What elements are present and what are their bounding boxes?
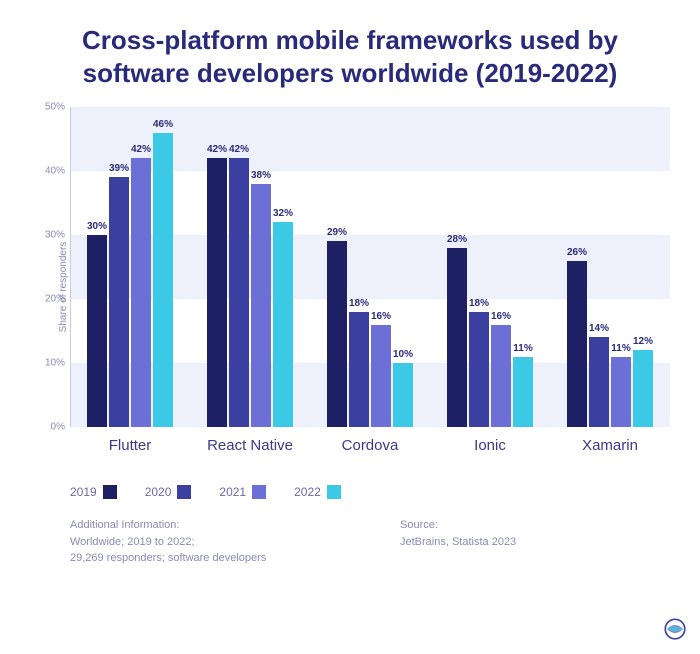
legend-label: 2021 (219, 485, 246, 499)
legend-label: 2022 (294, 485, 321, 499)
brand-logo-icon (662, 616, 688, 642)
chart-area: Share of responders 0%10%20%30%40%50% 30… (70, 107, 670, 467)
category-label: React Native (200, 437, 300, 454)
bar-value-label: 14% (589, 323, 609, 334)
footer-source: Source: JetBrains, Statista 2023 (400, 517, 670, 567)
bar-value-label: 16% (491, 311, 511, 322)
legend-swatch (177, 485, 191, 499)
legend-swatch (327, 485, 341, 499)
footer-info-line: Worldwide; 2019 to 2022; (70, 534, 340, 551)
bar-value-label: 39% (109, 163, 129, 174)
bar: 11% (611, 357, 631, 427)
bar: 46% (153, 133, 173, 427)
bar: 18% (349, 312, 369, 427)
footer-source-heading: Source: (400, 517, 670, 534)
category-label: Cordova (320, 437, 420, 454)
bar-group: 42%42%38%32% (207, 158, 293, 427)
bar-value-label: 11% (513, 343, 532, 354)
bar-value-label: 26% (567, 247, 587, 258)
legend-item: 2022 (294, 485, 341, 499)
bar: 30% (87, 235, 107, 427)
legend-label: 2019 (70, 485, 97, 499)
bar-value-label: 30% (87, 221, 107, 232)
bar-value-label: 28% (447, 234, 467, 245)
footer-source-line: JetBrains, Statista 2023 (400, 534, 670, 551)
bar-value-label: 10% (393, 349, 413, 360)
legend-swatch (103, 485, 117, 499)
chart-footer: Additional Information: Worldwide; 2019 … (70, 517, 670, 567)
footer-info-line: 29,269 responders; software developers (70, 550, 340, 567)
bar-value-label: 42% (207, 144, 227, 155)
bar: 11% (513, 357, 533, 427)
bar: 26% (567, 261, 587, 427)
bar: 42% (131, 158, 151, 427)
bar-group: 28%18%16%11% (447, 248, 533, 427)
y-axis-label: Share of responders (58, 242, 69, 333)
y-tick-label: 50% (35, 102, 65, 113)
footer-info: Additional Information: Worldwide; 2019 … (70, 517, 340, 567)
bar-value-label: 29% (327, 227, 347, 238)
bar: 28% (447, 248, 467, 427)
category-labels: Flutter React Native Cordova Ionic Xamarin (70, 437, 670, 454)
bar-value-label: 32% (273, 208, 293, 219)
y-tick-label: 40% (35, 166, 65, 177)
bar-value-label: 16% (371, 311, 391, 322)
bar-group: 30%39%42%46% (87, 133, 173, 427)
bar: 42% (229, 158, 249, 427)
y-tick-label: 20% (35, 294, 65, 305)
bar-value-label: 38% (251, 170, 271, 181)
bar: 16% (491, 325, 511, 427)
y-tick-label: 10% (35, 358, 65, 369)
bar-value-label: 18% (469, 298, 489, 309)
bar: 10% (393, 363, 413, 427)
bar: 32% (273, 222, 293, 427)
y-tick-label: 0% (35, 422, 65, 433)
y-tick-label: 30% (35, 230, 65, 241)
category-label: Ionic (440, 437, 540, 454)
bar-value-label: 18% (349, 298, 369, 309)
legend-item: 2020 (145, 485, 192, 499)
legend-item: 2021 (219, 485, 266, 499)
bar-groups: 30%39%42%46%42%42%38%32%29%18%16%10%28%1… (70, 107, 670, 427)
category-label: Flutter (80, 437, 180, 454)
footer-info-heading: Additional Information: (70, 517, 340, 534)
bar: 16% (371, 325, 391, 427)
bar-value-label: 11% (611, 343, 630, 354)
bar-group: 29%18%16%10% (327, 241, 413, 427)
bar-group: 26%14%11%12% (567, 261, 653, 427)
bar: 38% (251, 184, 271, 427)
bar: 14% (589, 337, 609, 427)
bar-value-label: 42% (229, 144, 249, 155)
legend-swatch (252, 485, 266, 499)
legend-item: 2019 (70, 485, 117, 499)
bar-value-label: 12% (633, 336, 653, 347)
chart-title: Cross-platform mobile frameworks used by… (0, 0, 700, 97)
bar: 29% (327, 241, 347, 427)
bar: 39% (109, 177, 129, 427)
bar-value-label: 42% (131, 144, 151, 155)
bar-value-label: 46% (153, 119, 173, 130)
bar: 18% (469, 312, 489, 427)
bar: 42% (207, 158, 227, 427)
category-label: Xamarin (560, 437, 660, 454)
legend: 2019 2020 2021 2022 (70, 485, 670, 499)
bar: 12% (633, 350, 653, 427)
legend-label: 2020 (145, 485, 172, 499)
